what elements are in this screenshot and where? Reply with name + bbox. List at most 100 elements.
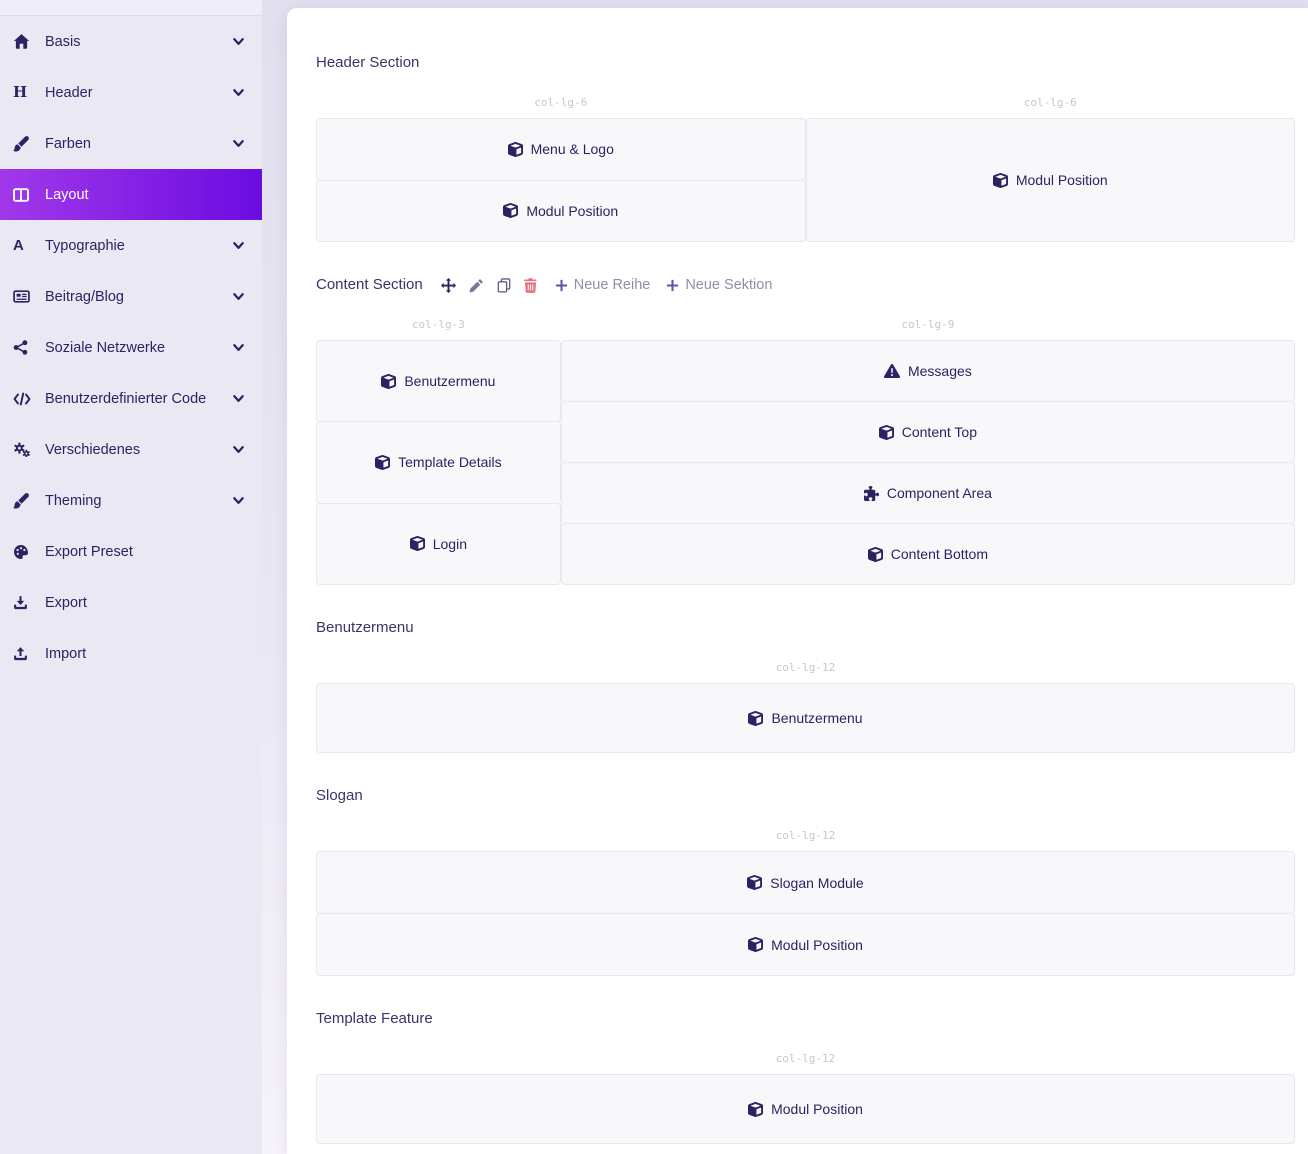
move-icon bbox=[441, 278, 456, 293]
new-row-button[interactable]: Neue Reihe bbox=[555, 277, 651, 293]
chevron-down-icon bbox=[231, 289, 246, 304]
module-label: Messages bbox=[908, 363, 972, 379]
copy-icon bbox=[497, 278, 511, 293]
upload-icon bbox=[13, 646, 37, 661]
cogs-icon bbox=[13, 442, 37, 457]
paintbrush-icon bbox=[13, 493, 37, 509]
module-label: Menu & Logo bbox=[531, 141, 614, 157]
home-icon bbox=[13, 33, 37, 50]
module-label: Benutzermenu bbox=[771, 710, 862, 726]
new-section-button-label: Neue Sektion bbox=[685, 277, 772, 293]
sidebar-item-verschiedenes[interactable]: Verschiedenes bbox=[0, 424, 262, 475]
module-box-template-details[interactable]: Template Details bbox=[316, 421, 561, 503]
sidebar-item-beitrag-blog[interactable]: Beitrag/Blog bbox=[0, 271, 262, 322]
column-span-labels: col-lg-12 bbox=[316, 1052, 1295, 1066]
module-box-messages[interactable]: Messages bbox=[561, 340, 1295, 402]
module-box-component-area[interactable]: Component Area bbox=[561, 462, 1295, 524]
sidebar-item-theming[interactable]: Theming bbox=[0, 475, 262, 526]
sidebar-item-export[interactable]: Export bbox=[0, 577, 262, 628]
sidebar-item-benutzerdefinierter-code[interactable]: Benutzerdefinierter Code bbox=[0, 373, 262, 424]
column-span-labels: col-lg-12 bbox=[316, 661, 1295, 675]
section-title: Slogan bbox=[316, 787, 363, 805]
puzzle-icon bbox=[864, 486, 879, 501]
sidebar-item-label: Theming bbox=[45, 493, 101, 509]
builder-section: Slogan col-lg-12 Slogan ModuleModul Positi… bbox=[316, 787, 1295, 976]
builder-section: Content Section Neue Reihe Neue Sektion col… bbox=[316, 276, 1295, 585]
builder-column: Modul Position bbox=[806, 118, 1296, 242]
sidebar-item-export-preset[interactable]: Export Preset bbox=[0, 526, 262, 577]
cube-icon bbox=[375, 455, 390, 470]
section-header: Slogan bbox=[316, 787, 1295, 805]
module-box-content-bottom[interactable]: Content Bottom bbox=[561, 523, 1295, 585]
chevron-down-icon bbox=[231, 34, 246, 49]
code-icon bbox=[13, 392, 37, 406]
section-toolbar: Neue Reihe Neue Sektion bbox=[441, 277, 789, 293]
column-span-labels: col-lg-12 bbox=[316, 829, 1295, 843]
palette-icon bbox=[13, 544, 37, 560]
sidebar-item-basis[interactable]: Basis bbox=[0, 16, 262, 67]
module-box-benutzermenu[interactable]: Benutzermenu bbox=[316, 683, 1295, 753]
column-span-labels: col-lg-3col-lg-9 bbox=[316, 318, 1295, 332]
copy-button[interactable] bbox=[497, 278, 511, 293]
module-box-menu-logo[interactable]: Menu & Logo bbox=[316, 118, 806, 181]
cube-icon bbox=[381, 374, 396, 389]
layout-builder-panel: Header Sectioncol-lg-6col-lg-6Menu & Log… bbox=[287, 8, 1308, 1154]
builder-row: Slogan ModuleModul Position bbox=[316, 851, 1295, 976]
column-span-label: col-lg-3 bbox=[316, 318, 561, 332]
builder-section: Template Feature col-lg-12 Modul Position bbox=[316, 1010, 1295, 1144]
chevron-down-icon bbox=[231, 340, 246, 355]
pencil-icon bbox=[469, 278, 484, 293]
cube-icon bbox=[748, 937, 763, 952]
move-button[interactable] bbox=[441, 278, 456, 293]
module-label: Modul Position bbox=[771, 1101, 863, 1117]
sidebar-item-label: Farben bbox=[45, 136, 91, 152]
trash-button[interactable] bbox=[524, 278, 537, 293]
new-section-button[interactable]: Neue Sektion bbox=[666, 277, 772, 293]
section-title: Template Feature bbox=[316, 1010, 433, 1028]
download-icon bbox=[13, 595, 37, 610]
sidebar-item-header[interactable]: HHeader bbox=[0, 67, 262, 118]
sidebar-item-label: Header bbox=[45, 85, 93, 101]
column-span-label: col-lg-12 bbox=[316, 1052, 1295, 1066]
module-box-login[interactable]: Login bbox=[316, 503, 561, 585]
section-title: Content Section bbox=[316, 276, 423, 294]
chevron-down-icon bbox=[231, 493, 246, 508]
cube-icon bbox=[993, 173, 1008, 188]
module-box-modul-position[interactable]: Modul Position bbox=[316, 913, 1295, 976]
chevron-down-icon bbox=[231, 136, 246, 151]
builder-row: BenutzermenuTemplate DetailsLogin Message… bbox=[316, 340, 1295, 585]
section-header: Header Section bbox=[316, 54, 1295, 72]
sidebar-item-farben[interactable]: Farben bbox=[0, 118, 262, 169]
module-box-benutzermenu[interactable]: Benutzermenu bbox=[316, 340, 561, 422]
warning-icon bbox=[884, 363, 900, 379]
sidebar: BasisHHeader Farben LayoutATypographie Beit… bbox=[0, 0, 262, 1154]
sidebar-item-typographie[interactable]: ATypographie bbox=[0, 220, 262, 271]
builder-column: Slogan ModuleModul Position bbox=[316, 851, 1295, 976]
module-box-modul-position[interactable]: Modul Position bbox=[316, 180, 806, 243]
module-box-modul-position[interactable]: Modul Position bbox=[316, 1074, 1295, 1144]
module-box-content-top[interactable]: Content Top bbox=[561, 401, 1295, 463]
section-header: Benutzermenu bbox=[316, 619, 1295, 637]
sidebar-item-layout[interactable]: Layout bbox=[0, 169, 262, 220]
section-title: Benutzermenu bbox=[316, 619, 414, 637]
new-row-button-label: Neue Reihe bbox=[574, 277, 651, 293]
sidebar-item-label: Export bbox=[45, 595, 87, 611]
cube-icon bbox=[410, 536, 425, 551]
sidebar-item-label: Beitrag/Blog bbox=[45, 289, 124, 305]
cube-icon bbox=[747, 875, 762, 890]
sidebar-item-import[interactable]: Import bbox=[0, 628, 262, 679]
builder-section: Benutzermenu col-lg-12 Benutzermenu bbox=[316, 619, 1295, 753]
sidebar-item-soziale-netzwerke[interactable]: Soziale Netzwerke bbox=[0, 322, 262, 373]
module-box-slogan-module[interactable]: Slogan Module bbox=[316, 851, 1295, 914]
chevron-down-icon bbox=[231, 85, 246, 100]
chevron-down-icon bbox=[231, 238, 246, 253]
builder-section: Header Sectioncol-lg-6col-lg-6Menu & Log… bbox=[316, 54, 1295, 242]
column-span-label: col-lg-6 bbox=[316, 96, 806, 110]
cube-icon bbox=[748, 711, 763, 726]
sidebar-top-strip bbox=[0, 0, 262, 16]
cube-icon bbox=[508, 142, 523, 157]
module-box-modul-position[interactable]: Modul Position bbox=[806, 118, 1296, 242]
sidebar-item-label: Soziale Netzwerke bbox=[45, 340, 165, 356]
section-title: Header Section bbox=[316, 54, 419, 72]
pencil-button[interactable] bbox=[469, 278, 484, 293]
